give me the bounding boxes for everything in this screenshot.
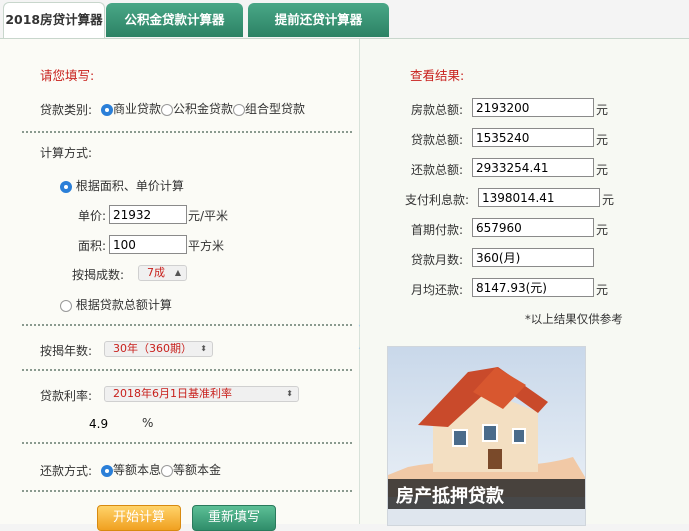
tab-mortgage-calculator[interactable]: 2018房贷计算器 xyxy=(3,2,105,40)
form-title: 请您填写: xyxy=(40,68,95,83)
result-down-payment xyxy=(472,218,594,237)
rate-label: 贷款利率: xyxy=(40,389,93,403)
tab-provident-fund-calculator[interactable]: 公积金贷款计算器 xyxy=(106,3,243,37)
updown-icon: ⬍ xyxy=(200,344,207,353)
divider xyxy=(22,490,352,492)
result-interest xyxy=(478,188,600,207)
rate-input[interactable] xyxy=(86,414,138,433)
radio-method-total[interactable] xyxy=(60,299,72,312)
result-label-months: 贷款月数: xyxy=(410,253,463,267)
updown-icon: ▲ xyxy=(174,268,181,277)
calc-method-label: 计算方式: xyxy=(40,146,93,160)
method-area-label: 根据面积、单价计算 xyxy=(75,179,184,193)
area-input[interactable] xyxy=(109,235,187,254)
unit-price-unit: 元/平米 xyxy=(188,209,229,223)
result-unit: 元 xyxy=(596,283,609,297)
result-house-total xyxy=(472,98,594,117)
method-total-option[interactable]: 根据贷款总额计算 xyxy=(60,296,172,313)
rate-select-value: 2018年6月1日基准利率 xyxy=(113,387,232,400)
radio-method-area[interactable] xyxy=(60,180,72,193)
equal-principal-label: 等额本金 xyxy=(173,463,222,477)
divider xyxy=(22,442,352,444)
results-title: 查看结果: xyxy=(410,68,465,83)
unit-price-label: 单价: xyxy=(77,209,106,223)
radio-combined-loan[interactable] xyxy=(233,103,246,116)
provident-loan-label: 公积金贷款 xyxy=(173,102,234,116)
method-total-label: 根据贷款总额计算 xyxy=(75,298,172,312)
result-monthly xyxy=(472,278,594,297)
radio-equal-principal[interactable] xyxy=(161,464,174,477)
result-unit: 元 xyxy=(596,133,609,147)
result-repay-total xyxy=(472,158,594,177)
mortgage-ratio-value: 7成 xyxy=(147,266,165,279)
radio-equal-installment[interactable] xyxy=(101,464,113,477)
repay-group: 等额本息 等额本金 xyxy=(101,461,221,478)
result-label-house-total: 房款总额: xyxy=(410,103,463,117)
radio-provident-loan[interactable] xyxy=(161,103,174,116)
result-unit: 元 xyxy=(596,163,609,177)
unit-price-input[interactable] xyxy=(109,205,187,224)
result-months xyxy=(472,248,594,267)
result-unit: 元 xyxy=(596,223,609,237)
result-unit: 元 xyxy=(602,193,615,207)
rate-unit: % xyxy=(142,416,154,430)
input-form: 请您填写: 贷款类别: 商业贷款 公积金贷款 组合型贷款 计算方式: 根据面积、单价… xyxy=(0,39,360,531)
mortgage-ratio-label: 按揭成数: xyxy=(72,268,125,282)
method-area-option[interactable]: 根据面积、单价计算 xyxy=(60,177,184,194)
updown-icon: ⬍ xyxy=(286,389,293,398)
years-select[interactable]: 30年（360期） ⬍ xyxy=(104,341,213,357)
divider xyxy=(22,369,352,371)
divider xyxy=(22,131,352,133)
result-label-repay-total: 还款总额: xyxy=(410,163,463,177)
ad-caption: 房产抵押贷款 xyxy=(396,486,504,507)
years-value: 30年（360期） xyxy=(113,342,192,355)
result-unit: 元 xyxy=(596,103,609,117)
combined-loan-label: 组合型贷款 xyxy=(245,102,306,116)
tab-prepayment-calculator[interactable]: 提前还贷计算器 xyxy=(248,3,389,37)
rate-select[interactable]: 2018年6月1日基准利率 ⬍ xyxy=(104,386,299,402)
result-label-monthly: 月均还款: xyxy=(410,283,463,297)
mortgage-ad-image[interactable]: 房产抵押贷款 xyxy=(387,346,586,526)
mortgage-ratio-select[interactable]: 7成 ▲ xyxy=(138,265,187,281)
reset-button[interactable]: 重新填写 xyxy=(192,505,276,531)
result-label-loan-total: 贷款总额: xyxy=(410,133,463,147)
results-note: *以上结果仅供参考 xyxy=(525,312,623,326)
years-label: 按揭年数: xyxy=(40,344,93,358)
loan-type-label: 贷款类别: xyxy=(40,103,93,117)
calculator-panel: 请您填写: 贷款类别: 商业贷款 公积金贷款 组合型贷款 计算方式: 根据面积、单价… xyxy=(0,38,689,531)
repay-label: 还款方式: xyxy=(40,464,93,478)
divider xyxy=(22,324,352,326)
start-calc-button[interactable]: 开始计算 xyxy=(97,505,181,531)
commercial-loan-label: 商业贷款 xyxy=(113,102,162,116)
result-loan-total xyxy=(472,128,594,147)
result-label-down-payment: 首期付款: xyxy=(410,223,463,237)
area-unit: 平方米 xyxy=(188,239,225,253)
loan-type-group: 商业贷款 公积金贷款 组合型贷款 xyxy=(101,100,305,117)
result-label-interest: 支付利息款: xyxy=(404,193,469,207)
equal-installment-label: 等额本息 xyxy=(113,463,162,477)
area-label: 面积: xyxy=(77,239,106,253)
radio-commercial-loan[interactable] xyxy=(101,103,113,116)
tab-bar: 2018房贷计算器 公积金贷款计算器 提前还贷计算器 xyxy=(0,0,689,40)
